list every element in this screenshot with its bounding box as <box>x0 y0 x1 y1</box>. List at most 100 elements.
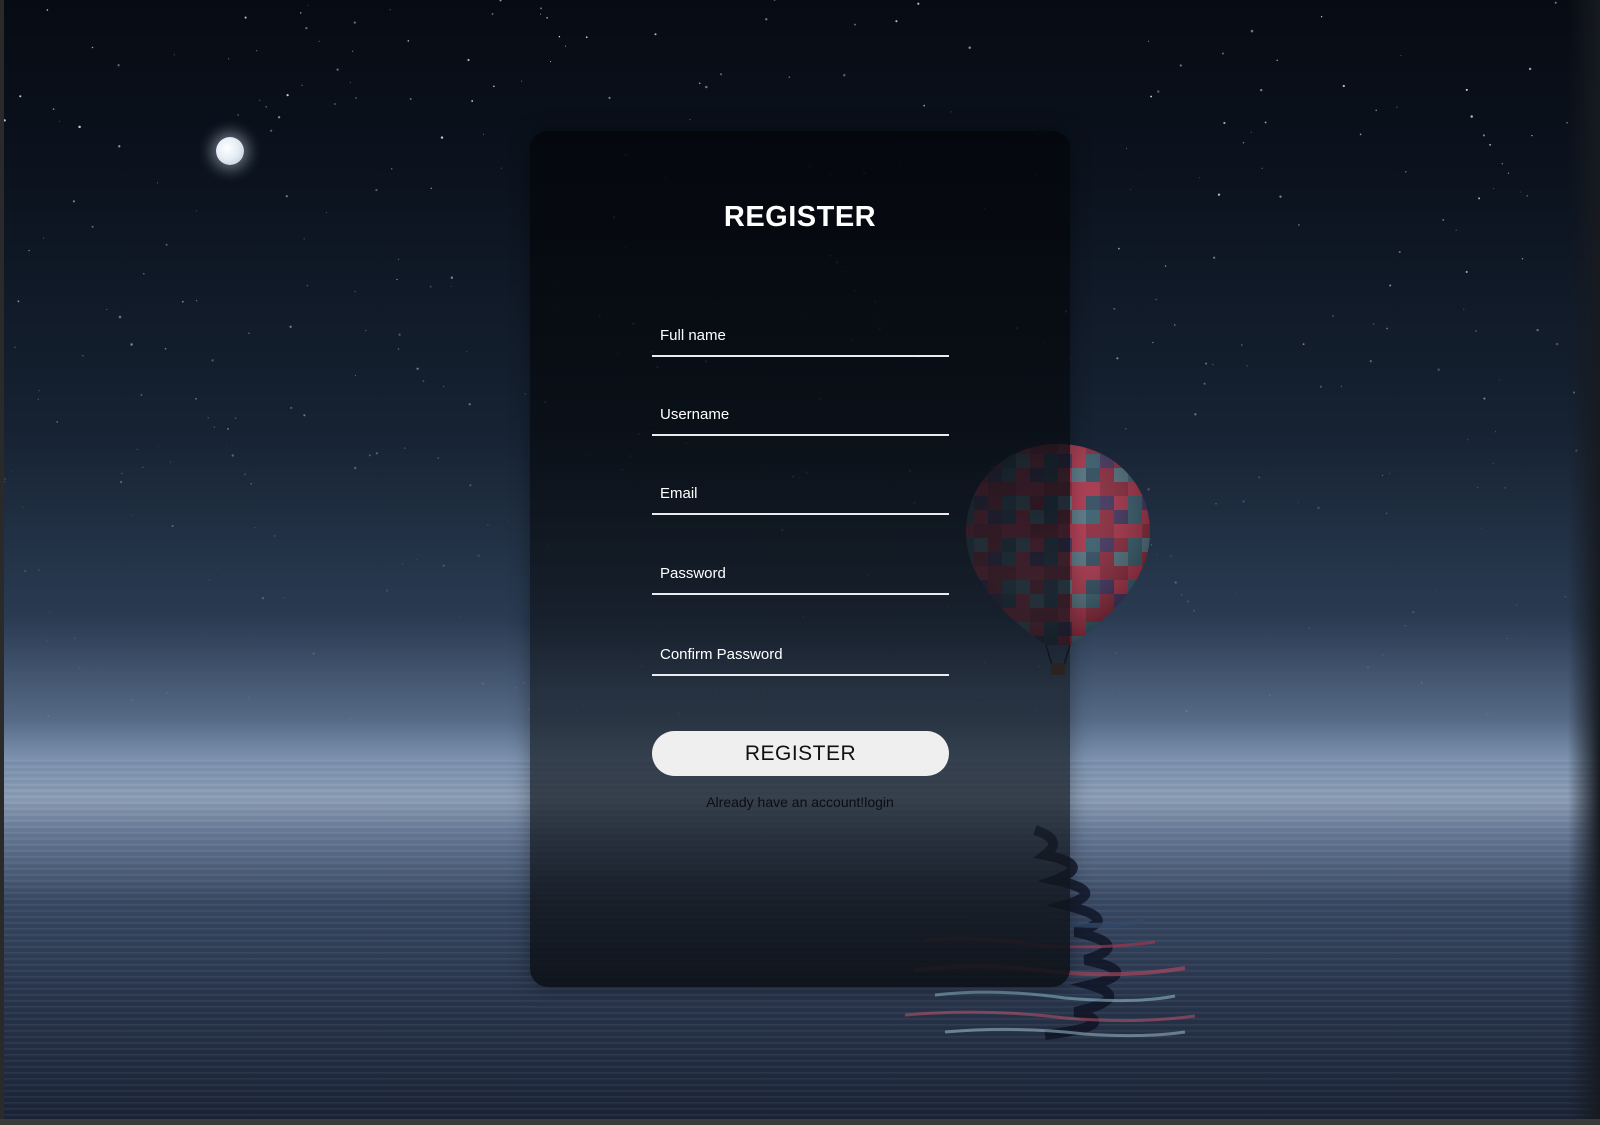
star <box>1531 134 1533 137</box>
star <box>7 704 9 706</box>
star <box>585 36 588 39</box>
star <box>450 276 454 279</box>
star <box>352 50 354 52</box>
star <box>353 466 357 470</box>
star <box>1470 115 1473 118</box>
star <box>390 168 393 170</box>
star <box>1223 121 1226 125</box>
star <box>326 212 328 214</box>
star <box>259 99 261 101</box>
star <box>558 35 561 38</box>
balloon-panel <box>1128 594 1142 608</box>
star <box>1404 624 1407 627</box>
star <box>1320 16 1323 18</box>
star <box>1279 195 1282 198</box>
star <box>689 119 691 121</box>
star <box>1112 689 1114 691</box>
star <box>336 68 339 71</box>
star <box>385 589 389 592</box>
star <box>205 633 206 635</box>
star <box>719 73 723 76</box>
star <box>56 421 59 423</box>
star <box>157 182 159 184</box>
star <box>17 300 20 303</box>
star <box>228 58 230 60</box>
star <box>1157 90 1160 93</box>
star <box>1174 324 1176 326</box>
star <box>1366 666 1370 669</box>
star <box>1501 162 1504 165</box>
star <box>1437 368 1440 371</box>
star <box>47 714 50 717</box>
balloon-panel <box>1100 444 1114 454</box>
star <box>1272 652 1274 653</box>
star <box>1372 323 1375 325</box>
star <box>1419 696 1422 698</box>
star <box>1113 307 1116 310</box>
star <box>307 4 309 6</box>
star <box>195 397 197 400</box>
star <box>1434 591 1437 593</box>
star <box>45 659 47 662</box>
star <box>466 351 468 353</box>
star <box>1250 131 1252 133</box>
star <box>256 50 258 52</box>
star <box>72 200 75 203</box>
star <box>1241 344 1243 346</box>
star <box>1420 681 1423 684</box>
password-input[interactable] <box>652 547 949 593</box>
star <box>524 393 526 395</box>
star <box>28 249 30 252</box>
confirm-password-input[interactable] <box>652 628 949 674</box>
username-field <box>652 388 949 436</box>
star <box>1389 472 1391 474</box>
star <box>247 696 250 699</box>
star <box>508 521 510 523</box>
star <box>422 380 425 382</box>
full-name-input[interactable] <box>652 309 949 355</box>
star <box>522 699 524 701</box>
star <box>416 559 418 560</box>
star <box>312 652 315 655</box>
star <box>1358 697 1360 699</box>
register-button[interactable]: REGISTER <box>652 731 949 776</box>
star <box>368 454 372 457</box>
star <box>157 445 159 447</box>
star <box>231 454 235 457</box>
username-input[interactable] <box>652 388 949 434</box>
star <box>1340 385 1343 388</box>
star <box>375 189 378 192</box>
star <box>130 699 134 702</box>
star <box>173 54 175 56</box>
star <box>1385 512 1388 515</box>
star <box>43 237 45 239</box>
login-link[interactable]: login <box>864 794 894 810</box>
star <box>550 61 552 63</box>
star <box>375 452 378 455</box>
star <box>1126 147 1128 149</box>
confirm-password-field <box>652 628 949 676</box>
balloon-panel <box>1128 636 1142 645</box>
star <box>1164 265 1167 267</box>
star <box>1250 29 1254 33</box>
star <box>277 116 281 119</box>
star <box>349 82 351 84</box>
star <box>788 76 791 78</box>
email-input[interactable] <box>652 467 949 513</box>
star <box>226 445 228 447</box>
star <box>1398 250 1401 254</box>
star <box>14 346 16 348</box>
star <box>106 309 108 311</box>
star <box>1308 627 1311 629</box>
star <box>397 348 400 350</box>
star <box>164 347 167 350</box>
star <box>299 12 302 14</box>
star <box>1282 618 1284 620</box>
star <box>244 473 247 476</box>
full-name-field <box>652 309 949 357</box>
star <box>487 524 489 526</box>
star <box>1169 554 1172 557</box>
star <box>493 85 495 88</box>
star <box>854 23 856 26</box>
balloon-panel <box>1128 608 1142 622</box>
